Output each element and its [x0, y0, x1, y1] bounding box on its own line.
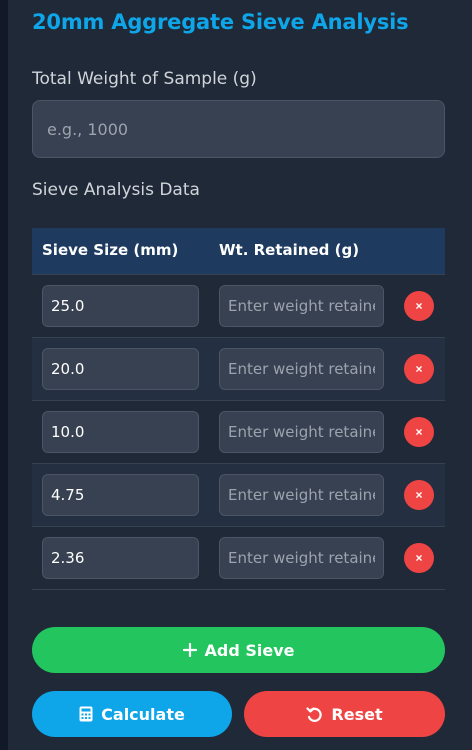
sieve-table-header: Sieve Size (mm) Wt. Retained (g) [32, 228, 445, 275]
close-icon: × [415, 425, 423, 439]
total-weight-input[interactable] [32, 100, 445, 158]
close-icon: × [415, 488, 423, 502]
total-weight-label: Total Weight of Sample (g) [32, 69, 257, 89]
undo-icon [306, 706, 323, 723]
reset-label: Reset [331, 704, 383, 724]
table-row: × [32, 338, 445, 401]
table-row: × [32, 464, 445, 527]
sieve-table: Sieve Size (mm) Wt. Retained (g) × × × ×… [32, 228, 445, 590]
table-row: × [32, 527, 445, 590]
close-icon: × [415, 362, 423, 376]
close-icon: × [415, 551, 423, 565]
weight-retained-input[interactable] [219, 474, 384, 516]
calculate-label: Calculate [101, 704, 185, 724]
sieve-size-header: Sieve Size (mm) [42, 241, 179, 259]
sieve-analysis-panel: 20mm Aggregate Sieve Analysis Total Weig… [8, 0, 472, 750]
weight-retained-input[interactable] [219, 348, 384, 390]
add-sieve-label: Add Sieve [204, 640, 295, 660]
sieve-size-input[interactable] [42, 411, 199, 453]
add-sieve-button[interactable]: Add Sieve [32, 627, 445, 673]
remove-row-button[interactable]: × [404, 543, 434, 573]
remove-row-button[interactable]: × [404, 417, 434, 447]
remove-row-button[interactable]: × [404, 354, 434, 384]
weight-retained-input[interactable] [219, 411, 384, 453]
sieve-size-input[interactable] [42, 348, 199, 390]
plus-icon [182, 643, 197, 657]
remove-row-button[interactable]: × [404, 291, 434, 321]
sieve-size-input[interactable] [42, 285, 199, 327]
weight-retained-header: Wt. Retained (g) [219, 241, 360, 259]
sieve-size-input[interactable] [42, 474, 199, 516]
calculate-button[interactable]: Calculate [32, 691, 232, 737]
weight-retained-input[interactable] [219, 285, 384, 327]
sieve-size-input[interactable] [42, 537, 199, 579]
table-row: × [32, 401, 445, 464]
sieve-data-label: Sieve Analysis Data [32, 180, 200, 200]
calculator-icon [79, 706, 93, 722]
close-icon: × [415, 299, 423, 313]
weight-retained-input[interactable] [219, 537, 384, 579]
reset-button[interactable]: Reset [244, 691, 445, 737]
remove-row-button[interactable]: × [404, 480, 434, 510]
page-title: 20mm Aggregate Sieve Analysis [32, 10, 409, 34]
table-row: × [32, 275, 445, 338]
